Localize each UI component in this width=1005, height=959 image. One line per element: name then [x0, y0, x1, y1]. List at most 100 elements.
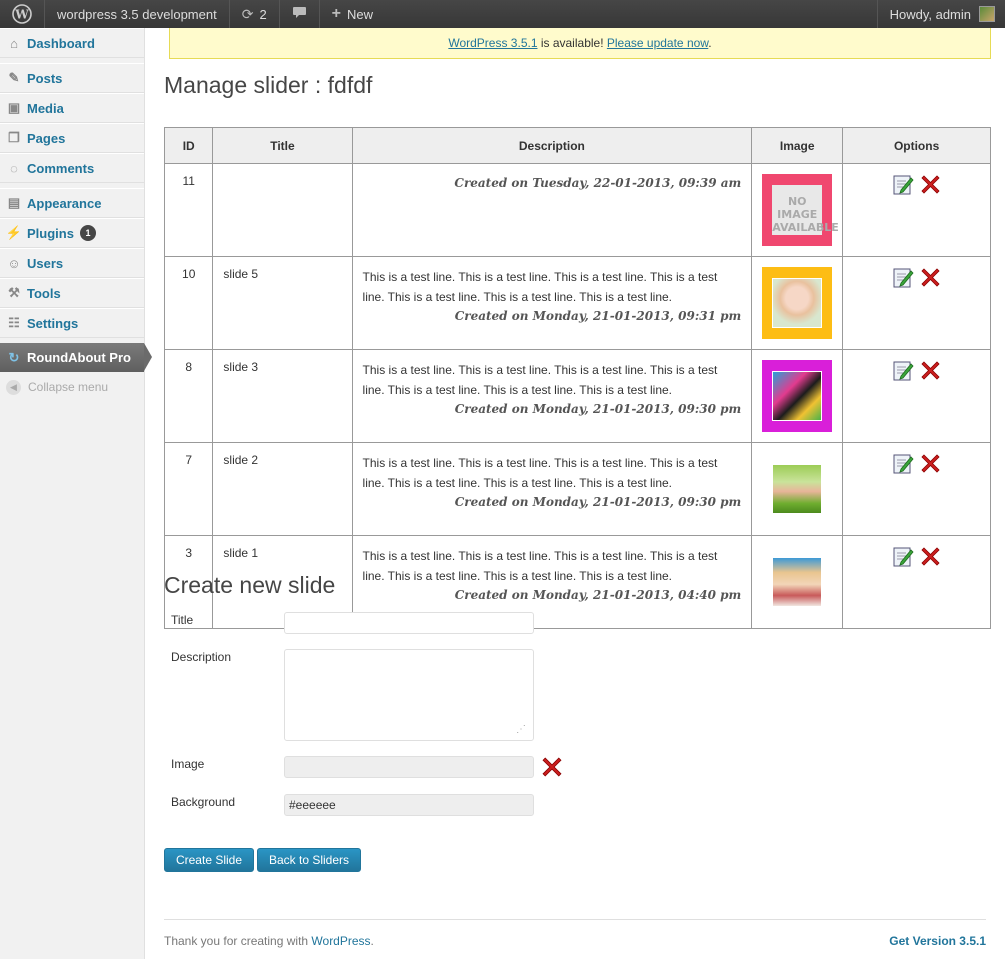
account-menu[interactable]: Howdy, admin — [876, 0, 1005, 28]
delete-icon[interactable] — [920, 267, 941, 291]
site-name-link[interactable]: wordpress 3.5 development — [45, 0, 230, 28]
admin-sidebar: ⌂ Dashboard ✎ Posts ▣ Media ❐ Pages ◌ Comment… — [0, 28, 152, 959]
back-to-sliders-button[interactable]: Back to Sliders — [257, 848, 361, 872]
delete-icon[interactable] — [920, 453, 941, 477]
column-header-image: Image — [751, 127, 844, 164]
pushpin-icon: ✎ — [8, 70, 20, 85]
sidebar-item-media[interactable]: ▣ Media — [0, 93, 144, 123]
new-content-link[interactable]: + New — [320, 0, 385, 28]
sidebar-item-plugins[interactable]: ⚡ Plugins 1 — [0, 218, 144, 248]
sidebar-item-roundabout-pro[interactable]: ↻ RoundAbout Pro — [0, 343, 152, 372]
resize-handle-icon[interactable]: ⋰ — [516, 724, 526, 735]
collapse-arrow-icon: ◀ — [6, 379, 21, 395]
background-color-input[interactable] — [284, 794, 534, 816]
edit-icon[interactable] — [893, 546, 914, 570]
sidebar-item-label: Users — [27, 255, 64, 271]
plus-icon: + — [331, 5, 342, 22]
image-background: NO IMAGE AVAILABLE — [762, 174, 839, 246]
title-input[interactable] — [284, 612, 534, 634]
sidebar-item-comments[interactable]: ◌ Comments — [0, 153, 144, 183]
dashboard-icon: ⌂ — [10, 35, 18, 51]
plugins-update-badge: 1 — [79, 225, 96, 241]
cell-id: 8 — [163, 349, 214, 443]
created-date: Created on Monday, 21-01-2013, 09:30 pm — [454, 495, 742, 509]
cell-image — [751, 256, 844, 350]
sidebar-item-tools[interactable]: ⚒ Tools — [0, 278, 144, 308]
description-label: Description — [171, 650, 232, 664]
delete-icon[interactable] — [920, 546, 941, 570]
edit-icon[interactable] — [893, 267, 914, 291]
updates-link[interactable]: ⟳ 2 — [230, 0, 280, 28]
cell-description: This is a test line. This is a test line… — [351, 349, 753, 443]
title-label: Title — [171, 613, 194, 627]
description-textarea[interactable] — [284, 649, 534, 741]
edit-icon[interactable] — [893, 453, 914, 477]
table-row: 11 Created on Tuesday, 22-01-2013, 09:39… — [163, 163, 991, 257]
table-header-row: ID Title Description Image Options — [163, 127, 991, 164]
no-image-placeholder: NO IMAGE AVAILABLE — [772, 185, 839, 235]
clear-image-icon[interactable] — [541, 756, 563, 781]
sidebar-item-settings[interactable]: ☷ Settings — [0, 308, 144, 338]
appearance-icon: ▤ — [7, 195, 21, 210]
delete-icon[interactable] — [920, 174, 941, 198]
created-date: Created on Tuesday, 22-01-2013, 09:39 am — [454, 176, 742, 190]
sidebar-item-users[interactable]: ☺ Users — [0, 248, 144, 278]
create-slide-button[interactable]: Create Slide — [164, 848, 254, 872]
edit-icon[interactable] — [893, 360, 914, 384]
slides-table: ID Title Description Image Options 11 Cr… — [163, 127, 991, 629]
sidebar-item-dashboard[interactable]: ⌂ Dashboard — [0, 28, 144, 58]
admin-bar: W wordpress 3.5 development ⟳ 2 + New Howd… — [0, 0, 1005, 28]
image-background — [762, 453, 833, 525]
description-text: This is a test line. This is a test line… — [362, 549, 718, 583]
sidebar-item-label: Settings — [27, 315, 79, 331]
cell-id: 11 — [163, 163, 214, 257]
slide-thumbnail — [772, 371, 823, 421]
sidebar-item-label: Comments — [27, 160, 95, 176]
edit-icon[interactable] — [893, 174, 914, 198]
cell-description: Created on Tuesday, 22-01-2013, 09:39 am — [351, 163, 753, 257]
footer-wordpress-link[interactable]: WordPress — [311, 934, 370, 948]
sidebar-item-posts[interactable]: ✎ Posts — [0, 63, 144, 93]
wordpress-version-link[interactable]: WordPress 3.5.1 — [448, 36, 537, 50]
collapse-menu-label: Collapse menu — [28, 380, 109, 394]
updates-icon: ⟳ — [241, 5, 254, 22]
column-header-id: ID — [163, 127, 214, 164]
cell-options — [842, 256, 991, 350]
column-header-description: Description — [351, 127, 753, 164]
plugins-icon: ⚡ — [5, 225, 23, 240]
comments-link[interactable] — [280, 0, 320, 28]
cell-image — [751, 442, 844, 536]
cell-image: NO IMAGE AVAILABLE — [751, 163, 844, 257]
footer-dot: . — [370, 934, 374, 948]
footer-credit: Thank you for creating with WordPress. — [164, 934, 374, 948]
howdy-label: Howdy, admin — [889, 6, 971, 22]
created-date: Created on Monday, 21-01-2013, 09:31 pm — [454, 309, 742, 323]
update-notice-tail: . — [708, 36, 712, 50]
image-background — [762, 267, 833, 339]
collapse-menu-button[interactable]: ◀ Collapse menu — [0, 372, 144, 402]
cell-title: slide 5 — [212, 256, 353, 350]
update-now-link[interactable]: Please update now — [607, 36, 708, 50]
wordpress-logo-icon[interactable]: W — [0, 0, 45, 28]
description-text: This is a test line. This is a test line… — [362, 270, 718, 304]
cell-title: slide 2 — [212, 442, 353, 536]
slide-thumbnail — [772, 278, 823, 328]
sidebar-item-pages[interactable]: ❐ Pages — [0, 123, 144, 153]
delete-icon[interactable] — [920, 360, 941, 384]
image-input[interactable] — [284, 756, 534, 778]
users-icon: ☺ — [7, 255, 21, 271]
sidebar-item-label: RoundAbout Pro — [27, 350, 131, 365]
page-title: Manage slider : fdfdf — [164, 72, 373, 98]
cell-image — [751, 535, 844, 629]
background-label: Background — [171, 795, 236, 809]
cell-description: This is a test line. This is a test line… — [351, 442, 753, 536]
slide-thumbnail — [772, 557, 823, 607]
sidebar-item-label: Appearance — [27, 195, 102, 211]
sidebar-item-label: Plugins — [27, 225, 74, 241]
table-row: 10 slide 5 This is a test line. This is … — [163, 256, 991, 350]
sidebar-item-appearance[interactable]: ▤ Appearance — [0, 188, 144, 218]
site-name-label: wordpress 3.5 development — [57, 6, 217, 22]
media-icon: ▣ — [7, 100, 21, 115]
footer-version-link[interactable]: Get Version 3.5.1 — [889, 934, 986, 948]
cell-description: This is a test line. This is a test line… — [351, 256, 753, 350]
